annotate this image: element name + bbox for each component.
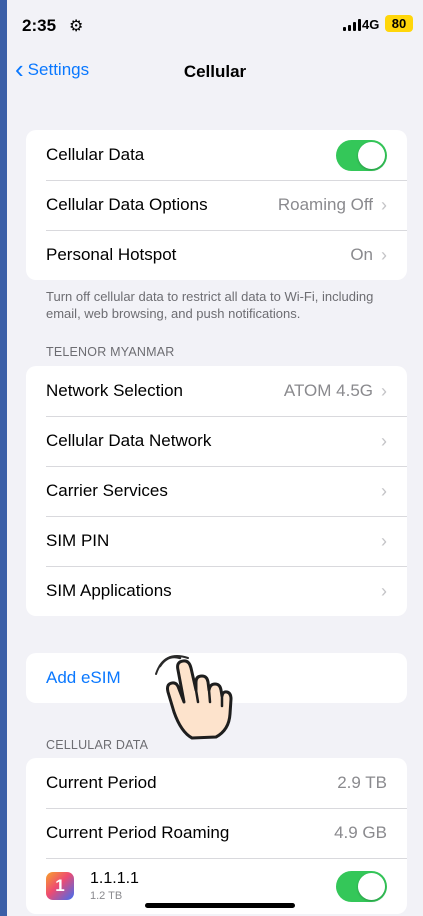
- app-name: 1.1.1.1: [90, 870, 139, 887]
- battery-icon: 80: [385, 15, 413, 32]
- usage-group: Current Period 2.9 TB Current Period Roa…: [26, 758, 407, 914]
- chevron-right-icon: ›: [381, 380, 387, 401]
- activity-icon: ⚙: [69, 18, 84, 35]
- row-value: 4.9 GB: [334, 823, 387, 842]
- carrier-services-row[interactable]: Carrier Services ›: [26, 466, 407, 516]
- chevron-right-icon: ›: [381, 580, 387, 601]
- current-period-roaming-row: Current Period Roaming 4.9 GB: [26, 808, 407, 858]
- current-period-row: Current Period 2.9 TB: [26, 758, 407, 808]
- signal-icon: [343, 19, 361, 31]
- row-label: SIM PIN: [46, 531, 110, 550]
- cellular-data-row[interactable]: Cellular Data: [26, 130, 407, 180]
- app-text: 1.1.1.1 1.2 TB: [90, 870, 336, 902]
- chevron-right-icon: ›: [381, 480, 387, 501]
- chevron-left-icon: ‹: [15, 53, 24, 84]
- app-cellular-toggle[interactable]: [336, 870, 387, 902]
- cellular-data-footnote: Turn off cellular data to restrict all d…: [46, 289, 374, 321]
- status-bar: 2:35 ⚙ 4G 80: [7, 0, 423, 50]
- row-label: Current Period Roaming: [46, 823, 230, 842]
- toggle-knob: [358, 141, 385, 169]
- row-label: Cellular Data Network: [46, 431, 212, 450]
- row-label: Carrier Services: [46, 481, 168, 500]
- back-button[interactable]: ‹ Settings: [15, 53, 90, 84]
- cellular-data-options-row[interactable]: Cellular Data Options Roaming Off ›: [26, 180, 407, 230]
- row-label: Cellular Data Options: [46, 195, 208, 214]
- app-icon-glyph: 1: [55, 876, 65, 895]
- sim-applications-row[interactable]: SIM Applications ›: [26, 566, 407, 616]
- cellular-data-section-header: CELLULAR DATA: [46, 738, 149, 752]
- carrier-group: Network Selection ATOM 4.5G › Cellular D…: [26, 366, 407, 616]
- chevron-right-icon: ›: [381, 430, 387, 451]
- row-label: Personal Hotspot: [46, 245, 177, 264]
- chevron-right-icon: ›: [381, 244, 387, 265]
- tap-hand-icon: [155, 655, 233, 740]
- row-label: Cellular Data: [46, 145, 145, 164]
- back-label: Settings: [27, 60, 90, 79]
- nav-bar: Cellular ‹ Settings: [7, 50, 423, 94]
- row-label: Network Selection: [46, 381, 184, 400]
- row-value: ATOM 4.5G: [283, 381, 373, 400]
- cellular-settings-group: Cellular Data Cellular Data Options Roam…: [26, 130, 407, 280]
- row-label: Current Period: [46, 773, 157, 792]
- sim-pin-row[interactable]: SIM PIN ›: [26, 516, 407, 566]
- row-value: 2.9 TB: [337, 773, 387, 792]
- status-time: 2:35: [22, 16, 57, 35]
- row-value: Roaming Off: [277, 195, 373, 214]
- carrier-section-header: TELENOR MYANMAR: [46, 345, 175, 359]
- toggle-knob: [358, 872, 385, 900]
- app-icon: 1: [46, 872, 74, 900]
- network-type: 4G: [362, 17, 380, 32]
- row-value: On: [350, 245, 373, 264]
- personal-hotspot-row[interactable]: Personal Hotspot On ›: [26, 230, 407, 280]
- home-indicator[interactable]: [145, 903, 295, 908]
- network-selection-row[interactable]: Network Selection ATOM 4.5G ›: [26, 366, 407, 416]
- app-usage: 1.2 TB: [90, 890, 123, 902]
- cellular-data-toggle[interactable]: [336, 139, 387, 171]
- chevron-right-icon: ›: [381, 530, 387, 551]
- chevron-right-icon: ›: [381, 194, 387, 215]
- row-label: SIM Applications: [46, 581, 172, 600]
- phone-screen: 2:35 ⚙ 4G 80 Cellular ‹ Settings Cellula…: [7, 0, 423, 916]
- cellular-data-network-row[interactable]: Cellular Data Network ›: [26, 416, 407, 466]
